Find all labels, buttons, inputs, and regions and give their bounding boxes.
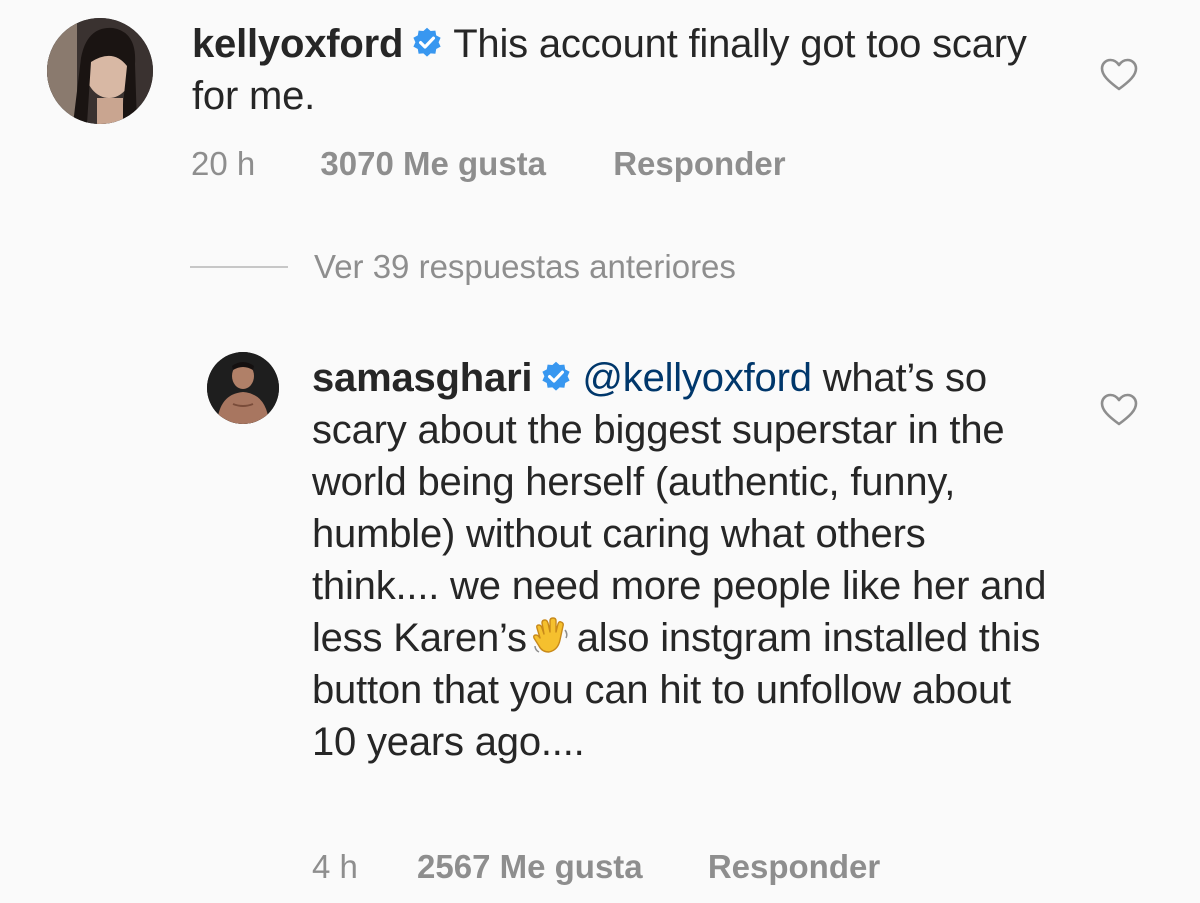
username[interactable]: kellyoxford	[192, 22, 403, 66]
comment-time: 4 h	[312, 848, 358, 885]
comment-meta: 4 h 2567 Me gusta Responder	[312, 848, 880, 886]
comment-time: 20 h	[191, 145, 256, 182]
comment-text: samasghari @kellyoxford what’s so scary …	[312, 352, 1047, 768]
comment-text: kellyoxford This account finally got too…	[192, 18, 1062, 122]
verified-badge-icon	[542, 362, 570, 392]
avatar[interactable]	[207, 352, 279, 424]
reply-button[interactable]: Responder	[613, 145, 785, 183]
view-replies-label: Ver 39 respuestas anteriores	[314, 248, 736, 285]
avatar-samasghari-icon	[207, 352, 279, 424]
username[interactable]: samasghari	[312, 356, 533, 400]
view-replies-button[interactable]: Ver 39 respuestas anteriores	[190, 248, 736, 286]
like-heart-icon[interactable]	[1100, 393, 1138, 427]
like-heart-icon[interactable]	[1100, 58, 1138, 92]
verified-badge-icon	[413, 28, 441, 58]
waving-hand-icon	[532, 617, 568, 654]
avatar[interactable]	[47, 18, 153, 124]
mention-link[interactable]: @kellyoxford	[582, 356, 812, 400]
comment-meta: 20 h 3070 Me gusta Responder	[191, 145, 786, 183]
reply-button[interactable]: Responder	[708, 848, 880, 886]
replies-divider	[190, 266, 288, 268]
likes-count[interactable]: 2567 Me gusta	[417, 848, 643, 886]
likes-count[interactable]: 3070 Me gusta	[320, 145, 546, 183]
avatar-kellyoxford-icon	[47, 18, 153, 124]
comment-body-start: what’s so scary about the biggest supers…	[312, 356, 1047, 660]
